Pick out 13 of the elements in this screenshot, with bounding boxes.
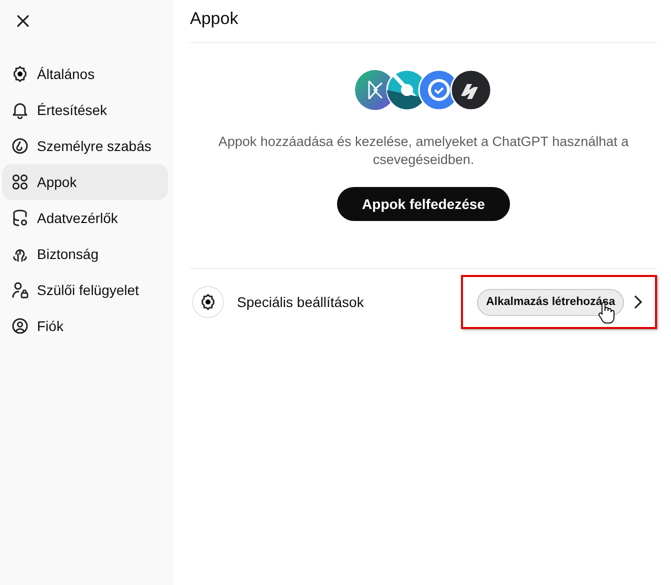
sidebar-item[interactable]: Biztonság: [2, 236, 168, 272]
page-title: Appok: [190, 0, 657, 43]
row-label: Speciális beállítások: [237, 294, 365, 310]
create-app-button[interactable]: Alkalmazás létrehozása: [477, 288, 624, 316]
sidebar-item[interactable]: Értesítések: [2, 92, 168, 128]
sidebar-item[interactable]: Szülői felügyelet: [2, 272, 168, 308]
sidebar-item[interactable]: Appok: [2, 164, 168, 200]
sidebar-item[interactable]: Fiók: [2, 308, 168, 344]
description-text: Appok hozzáadása és kezelése, amelyeket a ChatGPT használhat a csevegéseidben.: [217, 133, 630, 169]
discover-button[interactable]: Appok felfedezése: [337, 187, 510, 221]
sidebar-item[interactable]: Általános: [2, 56, 168, 92]
sidebar-item[interactable]: Személyre szabás: [2, 128, 168, 164]
sidebar-item[interactable]: Adatvezérlők: [2, 200, 168, 236]
